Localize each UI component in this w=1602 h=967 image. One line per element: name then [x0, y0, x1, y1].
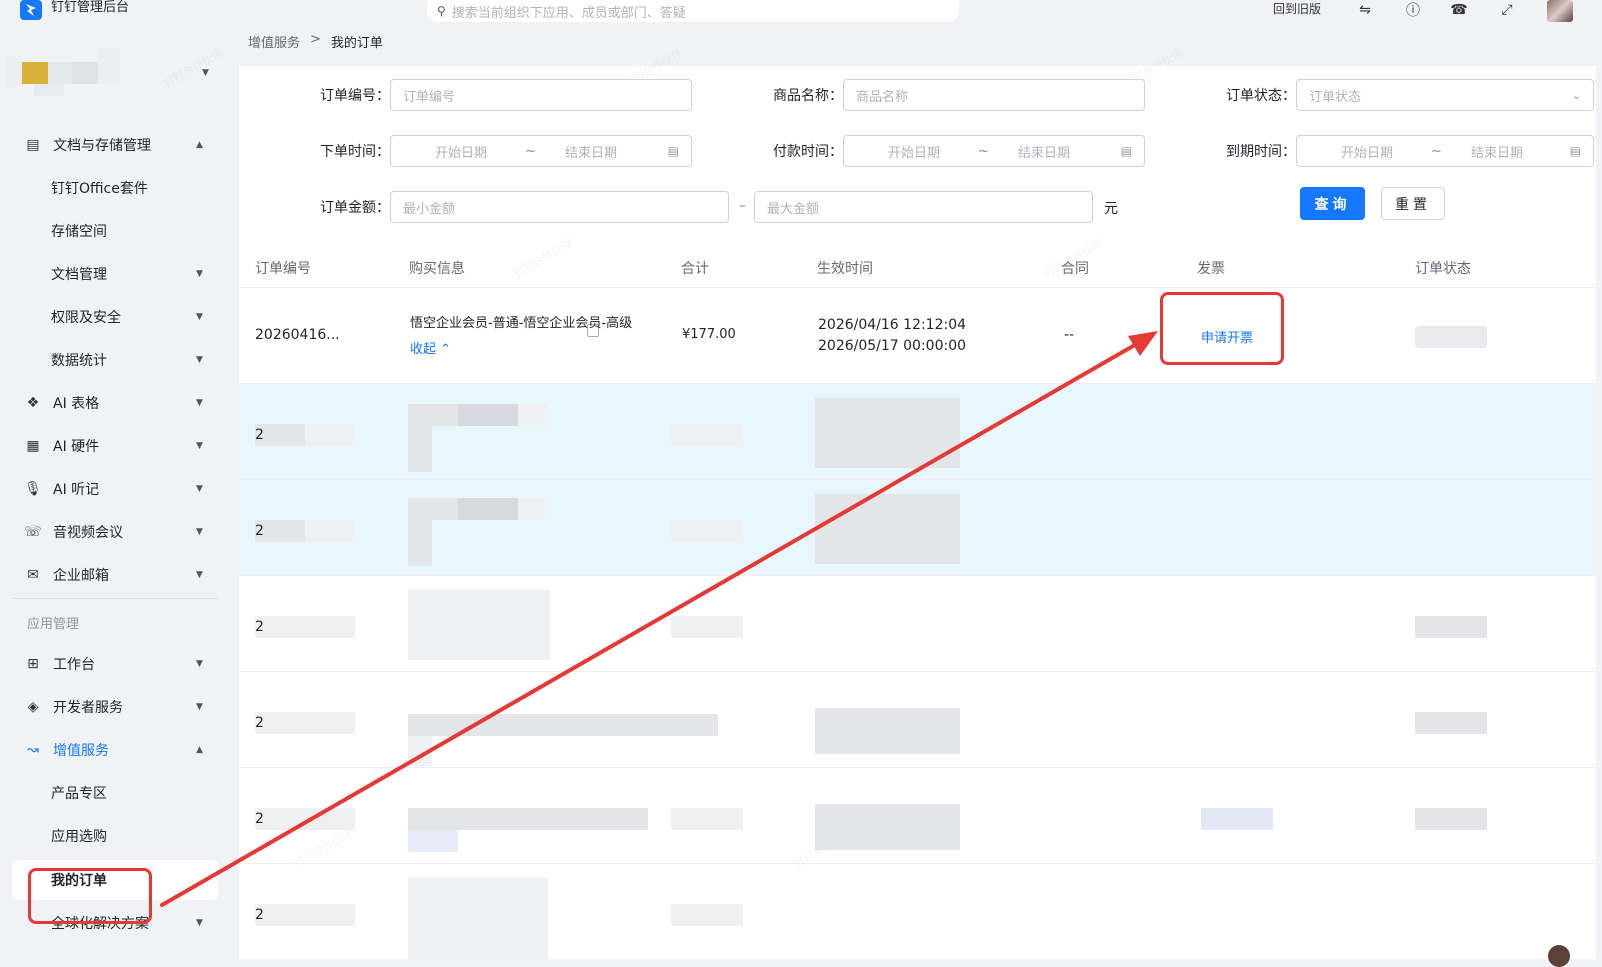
- scrollbar[interactable]: [1596, 66, 1602, 959]
- annotation-arrow: [160, 331, 1158, 907]
- assistant-avatar[interactable]: [1548, 945, 1570, 967]
